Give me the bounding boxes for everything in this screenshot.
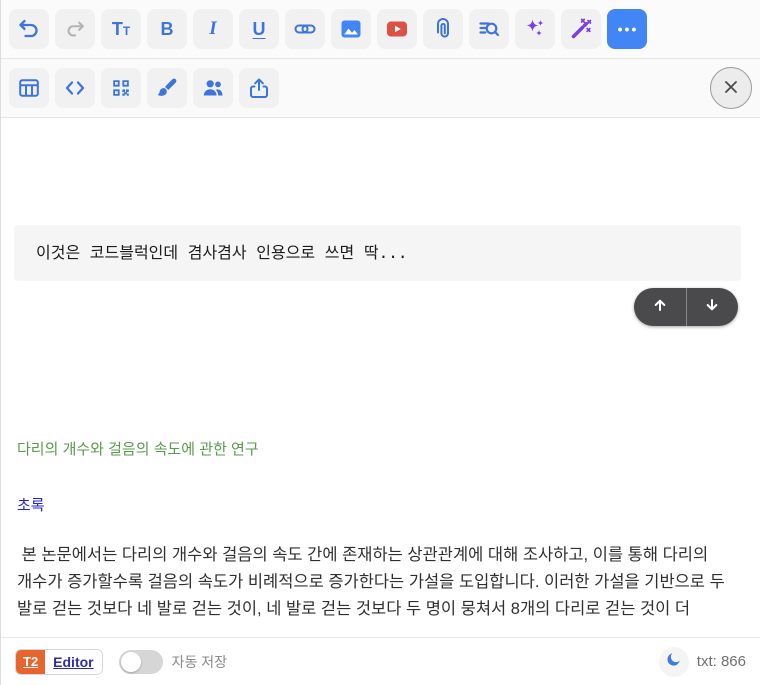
table-button[interactable] [9,68,49,108]
attachment-button[interactable] [423,9,463,49]
autosave-toggle[interactable] [119,650,163,674]
link-button[interactable] [285,9,325,49]
ai-sparkles-icon [523,17,547,41]
abstract-heading[interactable]: 초록 [17,494,45,515]
bold-button[interactable]: B [147,9,187,49]
italic-button[interactable]: I [193,9,233,49]
char-count: txt: 866 [697,653,746,670]
scroll-nav [634,288,738,326]
italic-icon: I [209,18,216,40]
redo-icon [64,18,86,40]
underline-button[interactable]: U [239,9,279,49]
undo-icon [17,17,41,41]
close-button[interactable] [710,67,752,109]
image-icon [339,17,363,41]
code-icon [63,76,87,100]
collaborators-icon [201,76,225,100]
magic-wand-icon [569,17,593,41]
magic-wand-button[interactable] [561,9,601,49]
search-text-button[interactable] [469,9,509,49]
search-text-icon [477,17,501,41]
code-button[interactable] [55,68,95,108]
scroll-up-icon [650,295,670,320]
youtube-button[interactable] [377,9,417,49]
attachment-icon [431,17,455,41]
share-button[interactable] [239,68,279,108]
scroll-up-button[interactable] [634,288,686,326]
status-right: txt: 866 [659,647,746,677]
scroll-down-icon [702,295,722,320]
abstract-paragraph[interactable]: 본 논문에서는 다리의 개수와 걸음의 속도 간에 존재하는 상관관계에 대해 … [1,542,760,623]
brush-button[interactable] [147,68,187,108]
toolbar-format: TT B I U ••• [1,0,760,59]
text-size-button[interactable]: TT [101,9,141,49]
moon-icon [665,651,682,673]
close-icon [722,78,740,99]
youtube-icon [385,17,409,41]
scroll-down-button[interactable] [686,288,739,326]
app-logo-link[interactable]: T2 Editor [15,649,103,675]
editor-window: TT B I U ••• [0,0,760,685]
toggle-knob [121,652,141,672]
autosave-label: 자동 저장 [172,652,227,672]
more-icon: ••• [616,22,639,36]
share-icon [247,76,271,100]
more-tools-button[interactable]: ••• [607,9,647,49]
logo-name: Editor [45,650,101,674]
ai-sparkles-button[interactable] [515,9,555,49]
qr-code-button[interactable] [101,68,141,108]
bold-icon: B [161,19,174,40]
status-bar: T2 Editor 자동 저장 txt: 866 [1,637,760,685]
document-title[interactable]: 다리의 개수와 걸음의 속도에 관한 연구 [17,438,259,459]
redo-button[interactable] [55,9,95,49]
undo-button[interactable] [9,9,49,49]
table-icon [17,76,41,100]
editor-canvas[interactable]: 이것은 코드블럭인데 겸사겸사 인용으로 쓰면 딱... 다리의 개수와 걸음의… [1,118,760,637]
code-block[interactable]: 이것은 코드블럭인데 겸사겸사 인용으로 쓰면 딱... [14,225,741,281]
underline-icon: U [253,19,266,40]
link-icon [293,17,317,41]
text-size-icon: TT [112,19,130,40]
toolbar-insert [1,59,760,118]
brush-icon [155,76,179,100]
dark-mode-button[interactable] [659,647,689,677]
collaborators-button[interactable] [193,68,233,108]
image-button[interactable] [331,9,371,49]
logo-badge: T2 [16,650,45,674]
qr-code-icon [110,77,132,99]
